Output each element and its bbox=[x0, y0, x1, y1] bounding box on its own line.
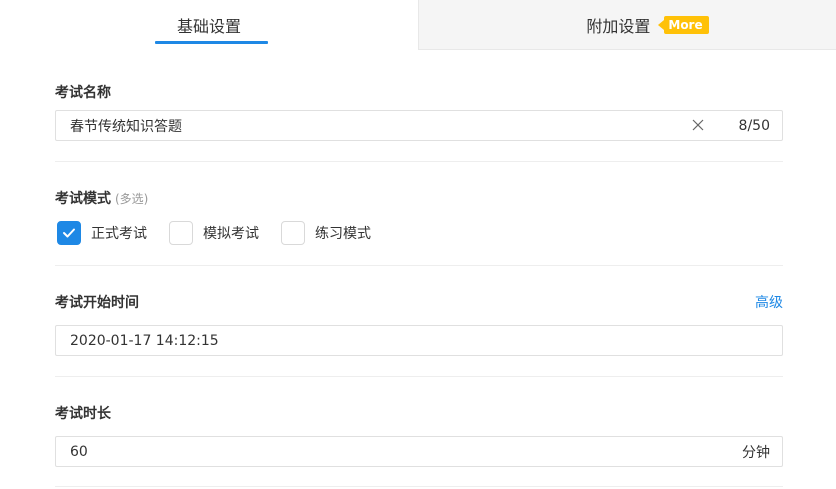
exam-name-label: 考试名称 bbox=[55, 82, 111, 102]
duration-unit: 分钟 bbox=[742, 444, 770, 461]
active-tab-indicator bbox=[155, 41, 268, 44]
divider bbox=[55, 265, 783, 266]
option-label: 练习模式 bbox=[315, 226, 371, 242]
start-time-label: 考试开始时间 bbox=[55, 292, 139, 312]
tab-basic-label: 基础设置 bbox=[176, 17, 241, 36]
start-time-value: 2020-01-17 14:12:15 bbox=[70, 332, 219, 349]
option-label: 模拟考试 bbox=[203, 226, 259, 242]
advanced-link[interactable]: 高级 bbox=[755, 292, 783, 312]
duration-value: 60 bbox=[70, 443, 88, 460]
divider bbox=[55, 376, 783, 377]
duration-label-text: 考试时长 bbox=[55, 406, 111, 422]
tab-bar: 基础设置 附加设置 More bbox=[0, 0, 836, 50]
exam-name-input[interactable]: 春节传统知识答题 8/50 bbox=[55, 110, 783, 141]
option-formal-exam[interactable]: 正式考试 bbox=[57, 221, 147, 245]
tab-extra-settings[interactable]: 附加设置 More bbox=[418, 0, 836, 50]
exam-mode-hint: (多选) bbox=[115, 192, 149, 206]
more-badge: More bbox=[658, 15, 709, 34]
divider bbox=[55, 486, 783, 487]
option-label: 正式考试 bbox=[91, 226, 147, 242]
divider bbox=[55, 161, 783, 162]
checkbox-checked-icon[interactable] bbox=[57, 221, 81, 245]
exam-mode-options: 正式考试 模拟考试 练习模式 bbox=[57, 221, 393, 245]
duration-label: 考试时长 bbox=[55, 403, 111, 423]
tab-extra-label: 附加设置 bbox=[586, 16, 651, 36]
option-practice-mode[interactable]: 练习模式 bbox=[281, 221, 371, 245]
close-icon[interactable] bbox=[688, 116, 708, 135]
exam-name-label-text: 考试名称 bbox=[55, 85, 111, 101]
checkbox-icon[interactable] bbox=[169, 221, 193, 245]
exam-mode-label-text: 考试模式 bbox=[55, 191, 111, 207]
exam-name-value: 春节传统知识答题 bbox=[70, 118, 182, 135]
exam-mode-label: 考试模式 (多选) bbox=[55, 188, 148, 208]
tab-basic-settings[interactable]: 基础设置 bbox=[0, 0, 418, 50]
start-time-label-text: 考试开始时间 bbox=[55, 295, 139, 311]
start-time-input[interactable]: 2020-01-17 14:12:15 bbox=[55, 325, 783, 356]
checkbox-icon[interactable] bbox=[281, 221, 305, 245]
char-counter: 8/50 bbox=[738, 117, 770, 134]
option-mock-exam[interactable]: 模拟考试 bbox=[169, 221, 259, 245]
duration-input[interactable]: 60 分钟 bbox=[55, 436, 783, 467]
